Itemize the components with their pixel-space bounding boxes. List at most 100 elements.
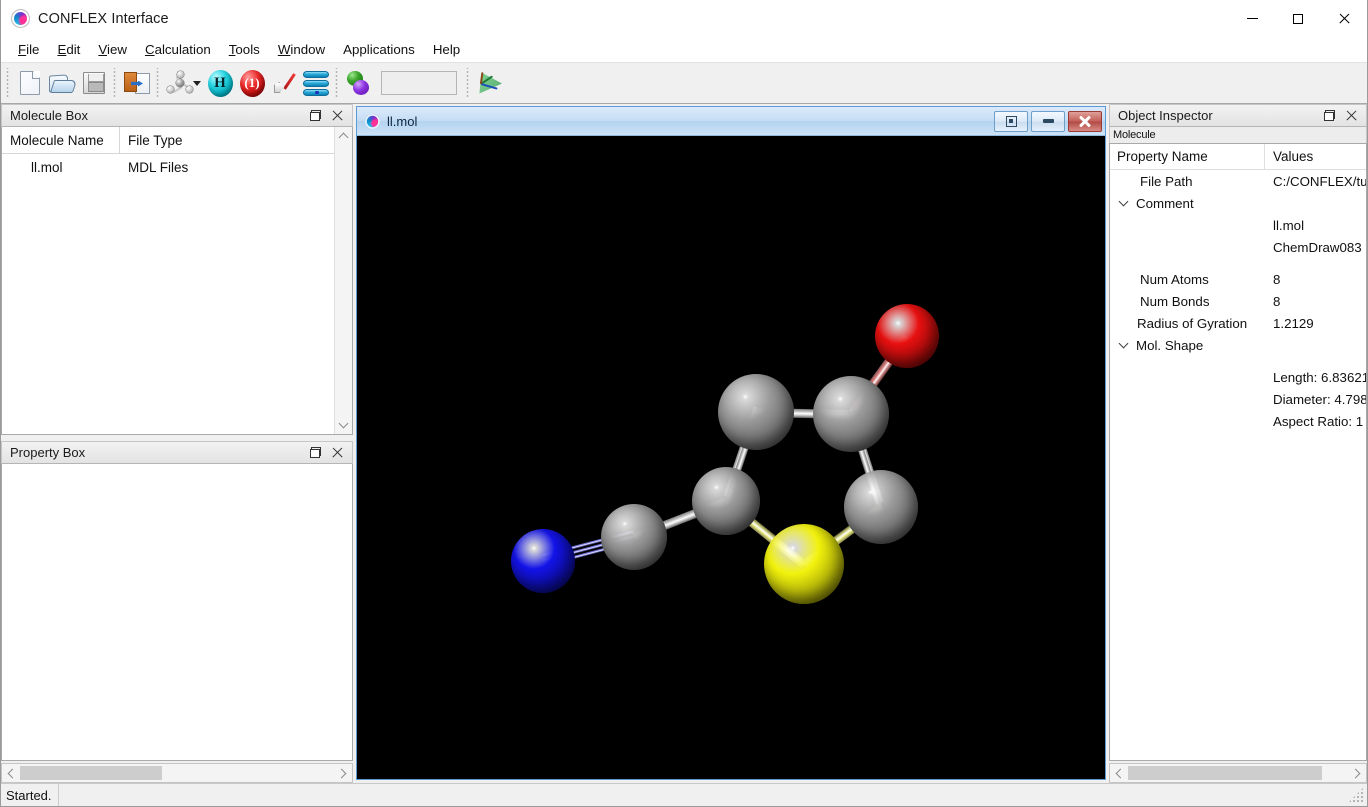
property-box-body[interactable] [1, 464, 353, 761]
inspector-row-radius-of-gyration[interactable]: Radius of Gyration 1.2129 [1110, 312, 1366, 334]
column-header-molecule-name[interactable]: Molecule Name [2, 127, 120, 153]
toolbar-grip-2[interactable] [112, 68, 119, 98]
atom-c[interactable] [692, 467, 760, 535]
atom-s[interactable] [764, 524, 844, 604]
menu-file[interactable]: File [9, 39, 48, 61]
property-box-close-button[interactable] [326, 443, 348, 462]
scroll-down-button[interactable] [335, 416, 353, 434]
object-inspector-close-button[interactable] [1340, 106, 1362, 125]
viewer-restore-button[interactable] [994, 110, 1028, 132]
chevron-down-icon[interactable] [1117, 338, 1130, 352]
column-header-property-name[interactable]: Property Name [1110, 144, 1265, 169]
conflex-logo-icon [365, 113, 380, 129]
column-header-file-type[interactable]: File Type [120, 127, 334, 153]
window-title: CONFLEX Interface [38, 10, 169, 27]
float-panel-icon [1323, 110, 1335, 121]
inspector-row-shape-length[interactable]: Length: 6.83621 [1110, 366, 1366, 388]
axes-button[interactable] [474, 66, 506, 100]
chevron-down-icon[interactable] [1117, 196, 1130, 210]
menu-calculation[interactable]: Calculation [136, 39, 220, 61]
menu-view[interactable]: View [89, 39, 136, 61]
table-row[interactable]: ll.mol MDL Files [2, 154, 334, 180]
property-value: ChemDraw083 [1273, 239, 1362, 255]
atom-c[interactable] [813, 376, 889, 452]
scroll-up-button[interactable] [335, 127, 353, 145]
molecule-viewer-window: ll.mol [356, 106, 1106, 780]
toolbar-grip-5[interactable] [465, 68, 472, 98]
menu-edit[interactable]: Edit [48, 39, 89, 61]
menu-applications[interactable]: Applications [334, 39, 424, 61]
maximize-button[interactable] [1275, 0, 1321, 38]
atom-o[interactable] [875, 304, 939, 368]
molecule-3d-canvas[interactable] [357, 136, 1105, 779]
conformer-list-button[interactable] [300, 66, 332, 100]
orbital-button[interactable] [343, 66, 375, 100]
resize-grip-icon[interactable] [1348, 787, 1364, 803]
toolbar-combo[interactable] [381, 71, 457, 95]
toolbar-grip-4[interactable] [334, 68, 341, 98]
atom-n[interactable] [511, 529, 575, 593]
object-inspector-float-button[interactable] [1318, 106, 1340, 125]
atom-c[interactable] [844, 470, 918, 544]
molecule-box-close-button[interactable] [326, 106, 348, 125]
atom-c[interactable] [718, 374, 794, 450]
hscroll-thumb[interactable] [1128, 766, 1322, 780]
new-document-icon [20, 71, 40, 95]
save-floppy-icon [83, 72, 105, 94]
menu-help[interactable]: Help [424, 39, 469, 61]
save-file-button[interactable] [78, 66, 110, 100]
menu-tools[interactable]: Tools [220, 39, 269, 61]
inspector-row-comment[interactable]: Comment [1110, 192, 1366, 214]
inspector-header-row: Property Name Values [1110, 144, 1366, 170]
inspector-row-file-path[interactable]: File Path C:/CONFLEX/tu [1110, 170, 1366, 192]
viewer-close-button[interactable] [1068, 110, 1102, 132]
menu-window[interactable]: Window [269, 39, 334, 61]
minimize-button[interactable] [1229, 0, 1275, 38]
scroll-right-button[interactable] [334, 764, 352, 782]
scroll-right-button[interactable] [1348, 764, 1366, 782]
inspector-row-shape-aspect-ratio[interactable]: Aspect Ratio: 1 [1110, 410, 1366, 432]
toolbar-grip-1[interactable] [5, 68, 12, 98]
object-inspector-horizontal-scrollbar[interactable] [1109, 763, 1367, 783]
inspector-row-num-atoms[interactable]: Num Atoms 8 [1110, 268, 1366, 290]
molecule-view-button[interactable] [164, 66, 196, 100]
atom-c[interactable] [601, 504, 667, 570]
property-box-title: Property Box [10, 445, 86, 460]
inspector-row-mol-shape[interactable]: Mol. Shape [1110, 334, 1366, 356]
hscroll-thumb[interactable] [20, 766, 162, 780]
hscroll-track[interactable] [1128, 764, 1348, 782]
property-box-float-button[interactable] [304, 443, 326, 462]
inspector-row-comment-line-2[interactable]: ChemDraw083 [1110, 236, 1366, 258]
property-box-panel: Property Box [1, 441, 353, 761]
toolbar-grip-3[interactable] [155, 68, 162, 98]
column-header-values[interactable]: Values [1265, 149, 1366, 164]
cell-file-type: MDL Files [128, 159, 189, 175]
chevron-up-icon [338, 132, 349, 143]
new-file-button[interactable] [14, 66, 46, 100]
scroll-left-button[interactable] [2, 764, 20, 782]
object-inspector-body[interactable]: Property Name Values File Path C:/CONFLE… [1109, 143, 1367, 761]
inspector-row-comment-line-1[interactable]: ll.mol [1110, 214, 1366, 236]
molecule-box-float-button[interactable] [304, 106, 326, 125]
import-export-button[interactable] [121, 66, 153, 100]
scroll-left-button[interactable] [1110, 764, 1128, 782]
property-value: Aspect Ratio: 1 [1273, 413, 1364, 429]
inspector-row-shape-diameter[interactable]: Diameter: 4.798 [1110, 388, 1366, 410]
inspector-row-num-bonds[interactable]: Num Bonds 8 [1110, 290, 1366, 312]
open-file-button[interactable] [46, 66, 78, 100]
molecule-box-header: Molecule Box [1, 104, 353, 127]
hscroll-track[interactable] [20, 764, 334, 782]
menubar: File Edit View Calculation Tools Window … [1, 38, 1367, 62]
property-name [1110, 388, 1265, 410]
close-button[interactable] [1321, 0, 1367, 38]
property-box-horizontal-scrollbar[interactable] [1, 763, 353, 783]
chevron-left-icon [1115, 768, 1126, 778]
hydrogen-button[interactable]: H [204, 66, 236, 100]
object-inspector-header: Object Inspector [1109, 104, 1367, 127]
viewer-minimize-button[interactable] [1031, 110, 1065, 132]
charge-button[interactable]: (1) [236, 66, 268, 100]
molecule-box-vertical-scrollbar[interactable] [334, 127, 352, 434]
import-document-icon [124, 71, 150, 95]
edit-structure-button[interactable] [268, 66, 300, 100]
property-box-header: Property Box [1, 441, 353, 464]
